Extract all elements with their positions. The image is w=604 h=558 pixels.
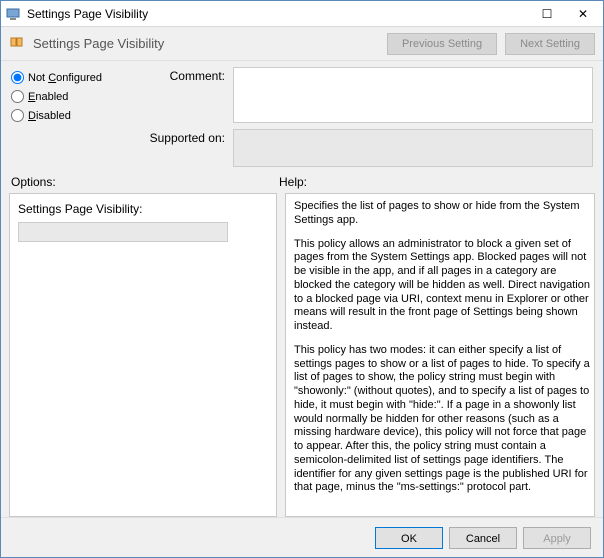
- close-button[interactable]: ✕: [565, 2, 601, 26]
- cancel-button[interactable]: Cancel: [449, 527, 517, 549]
- help-panel: Specifies the list of pages to show or h…: [285, 193, 595, 517]
- help-paragraph: Specifies the list of pages to show or h…: [294, 200, 590, 228]
- header-bar: Settings Page Visibility Previous Settin…: [1, 27, 603, 61]
- app-icon: [5, 6, 21, 22]
- panels-container: Settings Page Visibility: Specifies the …: [1, 193, 603, 517]
- radio-disabled[interactable]: Disabled: [11, 109, 131, 122]
- window-title: Settings Page Visibility: [27, 7, 493, 21]
- comment-row: Comment:: [145, 67, 593, 123]
- help-paragraph: This policy allows an administrator to b…: [294, 238, 590, 334]
- minimize-button[interactable]: —: [493, 2, 529, 26]
- gpo-icon: [9, 34, 25, 53]
- supported-row: Supported on:: [145, 129, 593, 167]
- radio-not-configured-input[interactable]: [11, 71, 24, 84]
- ok-button[interactable]: OK: [375, 527, 443, 549]
- comment-textarea[interactable]: [233, 67, 593, 123]
- supported-label: Supported on:: [145, 129, 225, 145]
- maximize-button[interactable]: ☐: [529, 2, 565, 26]
- previous-setting-button[interactable]: Previous Setting: [387, 33, 497, 55]
- visibility-option-label: Settings Page Visibility:: [18, 202, 268, 216]
- comment-label: Comment:: [145, 67, 225, 83]
- options-panel: Settings Page Visibility:: [9, 193, 277, 517]
- title-bar: Settings Page Visibility — ☐ ✕: [1, 1, 603, 27]
- state-radio-group: Not Configured Enabled Disabled: [11, 67, 131, 167]
- apply-button[interactable]: Apply: [523, 527, 591, 549]
- help-heading: Help:: [279, 175, 307, 189]
- help-text-area[interactable]: Specifies the list of pages to show or h…: [286, 194, 594, 516]
- next-setting-button[interactable]: Next Setting: [505, 33, 595, 55]
- dialog-window: Settings Page Visibility — ☐ ✕ Settings …: [0, 0, 604, 558]
- config-row: Not Configured Enabled Disabled Comment:…: [1, 61, 603, 167]
- help-paragraph: This policy has two modes: it can either…: [294, 344, 590, 495]
- radio-enabled-input[interactable]: [11, 90, 24, 103]
- radio-not-configured[interactable]: Not Configured: [11, 71, 131, 84]
- radio-disabled-input[interactable]: [11, 109, 24, 122]
- section-labels: Options: Help:: [1, 167, 603, 193]
- setting-name-label: Settings Page Visibility: [33, 36, 379, 51]
- radio-enabled[interactable]: Enabled: [11, 90, 131, 103]
- fields-column: Comment: Supported on:: [145, 67, 593, 167]
- supported-textarea: [233, 129, 593, 167]
- footer-bar: OK Cancel Apply: [1, 517, 603, 557]
- visibility-input[interactable]: [18, 222, 228, 242]
- options-heading: Options:: [11, 175, 279, 189]
